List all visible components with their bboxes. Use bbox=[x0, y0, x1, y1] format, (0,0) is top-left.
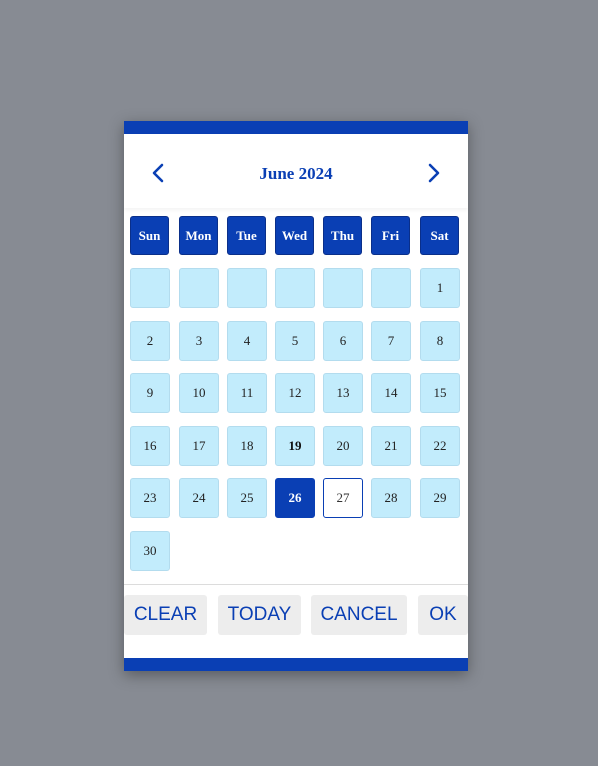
clear-button[interactable]: CLEAR bbox=[124, 595, 207, 635]
today-button[interactable]: TODAY bbox=[218, 595, 301, 635]
day-cell[interactable]: 17 bbox=[179, 426, 219, 466]
day-cell[interactable]: 24 bbox=[179, 478, 219, 518]
day-cell[interactable]: 18 bbox=[227, 426, 267, 466]
day-cell[interactable]: 19 bbox=[275, 426, 315, 466]
day-cell[interactable]: 5 bbox=[275, 321, 315, 361]
day-cell[interactable]: 30 bbox=[130, 531, 170, 571]
day-cell[interactable]: 6 bbox=[323, 321, 363, 361]
day-cell[interactable]: 11 bbox=[227, 373, 267, 413]
day-cell[interactable]: 3 bbox=[179, 321, 219, 361]
weekday-mon: Mon bbox=[179, 216, 218, 255]
weekday-sun: Sun bbox=[130, 216, 169, 255]
weekday-fri: Fri bbox=[371, 216, 410, 255]
weekday-thu: Thu bbox=[323, 216, 362, 255]
day-cell[interactable]: 22 bbox=[420, 426, 460, 466]
date-picker-dialog: June 2024 Sun Mon Tue Wed Thu Fri Sat 12… bbox=[124, 121, 468, 671]
day-cell[interactable]: 29 bbox=[420, 478, 460, 518]
calendar-header: June 2024 bbox=[124, 134, 468, 208]
weekday-sat: Sat bbox=[420, 216, 459, 255]
empty-day-cell bbox=[371, 268, 411, 308]
empty-day-cell bbox=[323, 268, 363, 308]
day-cell[interactable]: 25 bbox=[227, 478, 267, 518]
empty-day-cell bbox=[179, 268, 219, 308]
day-cell[interactable]: 27 bbox=[323, 478, 363, 518]
day-cell[interactable]: 13 bbox=[323, 373, 363, 413]
day-cell[interactable]: 26 bbox=[275, 478, 315, 518]
cancel-button[interactable]: CANCEL bbox=[311, 595, 407, 635]
day-cell[interactable]: 7 bbox=[371, 321, 411, 361]
ok-button[interactable]: OK bbox=[418, 595, 468, 635]
day-cell[interactable]: 4 bbox=[227, 321, 267, 361]
day-cell[interactable]: 8 bbox=[420, 321, 460, 361]
day-cell[interactable]: 9 bbox=[130, 373, 170, 413]
day-cell[interactable]: 16 bbox=[130, 426, 170, 466]
empty-day-cell bbox=[130, 268, 170, 308]
day-cell[interactable]: 10 bbox=[179, 373, 219, 413]
day-cell[interactable]: 23 bbox=[130, 478, 170, 518]
day-cell[interactable]: 28 bbox=[371, 478, 411, 518]
day-cell[interactable]: 20 bbox=[323, 426, 363, 466]
day-cell[interactable]: 21 bbox=[371, 426, 411, 466]
empty-day-cell bbox=[227, 268, 267, 308]
actions-divider bbox=[124, 584, 468, 585]
top-accent-bar bbox=[124, 121, 468, 134]
chevron-right-icon bbox=[428, 163, 440, 183]
day-cell[interactable]: 15 bbox=[420, 373, 460, 413]
month-title: June 2024 bbox=[259, 164, 333, 183]
weekday-tue: Tue bbox=[227, 216, 266, 255]
day-cell[interactable]: 14 bbox=[371, 373, 411, 413]
weekday-wed: Wed bbox=[275, 216, 314, 255]
day-cell[interactable]: 2 bbox=[130, 321, 170, 361]
day-cell[interactable]: 12 bbox=[275, 373, 315, 413]
day-cell[interactable]: 1 bbox=[420, 268, 460, 308]
action-bar: CLEAR TODAY CANCEL OK bbox=[124, 595, 468, 637]
empty-day-cell bbox=[275, 268, 315, 308]
next-month-button[interactable] bbox=[422, 162, 444, 184]
bottom-accent-bar bbox=[124, 658, 468, 671]
